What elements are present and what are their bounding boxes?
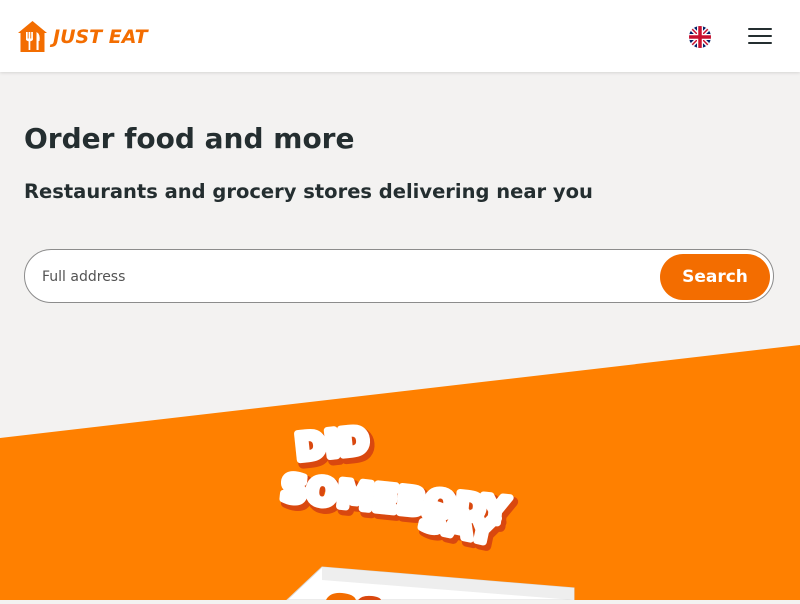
address-search-form: Search xyxy=(24,249,774,304)
page-subtitle: Restaurants and grocery stores deliverin… xyxy=(24,180,593,203)
logo-text: JUST EAT xyxy=(53,25,148,48)
promo-line-1: DID xyxy=(294,421,371,469)
uk-flag-icon xyxy=(689,26,711,48)
promo-banner: DID SOMEBODY SAY DID SOMEBODY SAY xyxy=(0,340,800,601)
just-eat-logo[interactable]: JUST EAT xyxy=(16,20,148,53)
site-header: JUST EAT xyxy=(0,0,800,72)
house-fork-icon xyxy=(18,21,47,52)
page-title: Order food and more xyxy=(24,122,355,155)
hamburger-menu-icon[interactable] xyxy=(748,28,772,46)
language-selector[interactable] xyxy=(689,26,711,48)
search-button[interactable]: Search xyxy=(660,254,770,300)
address-input[interactable] xyxy=(40,250,654,304)
promo-banner-graphic: DID SOMEBODY SAY DID SOMEBODY SAY xyxy=(0,345,800,601)
